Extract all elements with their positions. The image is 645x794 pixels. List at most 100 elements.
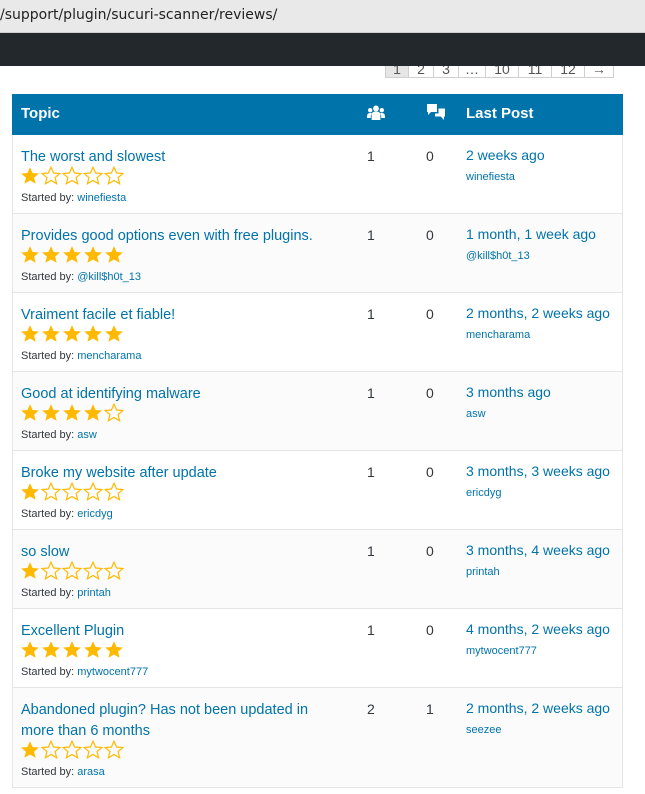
star-filled-icon: [42, 246, 60, 263]
star-empty-icon: [62, 482, 82, 502]
last-post-author-link[interactable]: seezee: [466, 724, 501, 736]
last-post-author-link[interactable]: mencharama: [466, 329, 530, 341]
author-link[interactable]: printah: [77, 587, 111, 599]
author-link[interactable]: arasa: [77, 766, 105, 778]
started-by-label: Started by:: [21, 508, 75, 520]
page-label: 1: [393, 66, 401, 77]
table-row: Excellent Plugin Started by: mytwocent777…: [12, 609, 623, 688]
next-page-button[interactable]: →: [584, 66, 614, 78]
browser-address-bar[interactable]: /support/plugin/sucuri-scanner/reviews/: [0, 0, 645, 33]
star-rating: [20, 482, 124, 502]
page-button[interactable]: 11: [518, 66, 552, 78]
replies-count: 0: [426, 543, 434, 559]
last-post-link[interactable]: 1 month, 1 week ago: [466, 226, 596, 242]
star-filled-icon: [105, 641, 123, 658]
topic-title-link[interactable]: Broke my website after update: [21, 463, 341, 484]
star-filled-icon: [105, 325, 123, 342]
page-label: …: [465, 66, 479, 77]
star-rating: [20, 640, 124, 660]
star-filled-icon: [21, 246, 39, 263]
started-by: Started by: winefiesta: [21, 192, 126, 204]
replies-count: 0: [426, 306, 434, 322]
star-filled-icon: [21, 483, 39, 500]
topic-rows: The worst and slowest Started by: winefie…: [12, 135, 623, 788]
last-post-author-link[interactable]: @kill$h0t_13: [466, 250, 530, 262]
page-button[interactable]: 2: [408, 66, 434, 78]
star-filled-icon: [21, 741, 39, 758]
last-post-link[interactable]: 3 months, 3 weeks ago: [466, 463, 610, 479]
started-by: Started by: mencharama: [21, 350, 141, 362]
star-filled-icon: [84, 404, 102, 421]
star-empty-icon: [83, 166, 103, 186]
page-button[interactable]: 10: [485, 66, 519, 78]
star-filled-icon: [21, 404, 39, 421]
last-post-link[interactable]: 2 months, 2 weeks ago: [466, 700, 610, 716]
topic-title-link[interactable]: Abandoned plugin? Has not been updated i…: [21, 700, 341, 742]
voices-count: 1: [367, 306, 375, 322]
star-empty-icon: [62, 740, 82, 760]
last-post-link[interactable]: 4 months, 2 weeks ago: [466, 621, 610, 637]
started-by-label: Started by:: [21, 766, 75, 778]
star-empty-icon: [104, 561, 124, 581]
last-post-link[interactable]: 2 months, 2 weeks ago: [466, 305, 610, 321]
voices-count: 1: [367, 227, 375, 243]
started-by: Started by: ericdyg: [21, 508, 113, 520]
author-link[interactable]: winefiesta: [77, 192, 126, 204]
author-link[interactable]: asw: [77, 429, 97, 441]
star-filled-icon: [21, 562, 39, 579]
last-post-link[interactable]: 2 weeks ago: [466, 147, 545, 163]
started-by-label: Started by:: [21, 192, 75, 204]
started-by: Started by: printah: [21, 587, 111, 599]
page-button[interactable]: 1: [385, 66, 409, 78]
star-rating: [20, 403, 124, 423]
voices-count: 1: [367, 148, 375, 164]
page-button[interactable]: 12: [551, 66, 585, 78]
star-filled-icon: [84, 641, 102, 658]
author-link[interactable]: ericdyg: [77, 508, 112, 520]
page-button[interactable]: 3: [433, 66, 459, 78]
last-post-link[interactable]: 3 months, 4 weeks ago: [466, 542, 610, 558]
url-text: /support/plugin/sucuri-scanner/reviews/: [0, 7, 278, 23]
star-filled-icon: [63, 325, 81, 342]
started-by-label: Started by:: [21, 271, 75, 283]
table-row: The worst and slowest Started by: winefie…: [12, 135, 623, 214]
last-post-link[interactable]: 3 months ago: [466, 384, 551, 400]
last-post-author-link[interactable]: ericdyg: [466, 487, 501, 499]
replies-count: 0: [426, 385, 434, 401]
star-empty-icon: [41, 561, 61, 581]
voices-count: 1: [367, 464, 375, 480]
author-link[interactable]: mytwocent777: [77, 666, 148, 678]
reviews-table: Topic Last Post The worst and slowest Sta…: [12, 94, 623, 788]
star-filled-icon: [21, 325, 39, 342]
last-post-author-link[interactable]: winefiesta: [466, 171, 515, 183]
replies-count: 0: [426, 622, 434, 638]
author-link[interactable]: @kill$h0t_13: [77, 271, 141, 283]
star-filled-icon: [21, 641, 39, 658]
topic-title-link[interactable]: Good at identifying malware: [21, 384, 341, 405]
star-filled-icon: [42, 325, 60, 342]
started-by-label: Started by:: [21, 666, 75, 678]
last-post-author-link[interactable]: mytwocent777: [466, 645, 537, 657]
author-link[interactable]: mencharama: [77, 350, 141, 362]
started-by: Started by: mytwocent777: [21, 666, 148, 678]
page-button[interactable]: …: [458, 66, 486, 78]
header-topic: Topic: [21, 105, 60, 122]
started-by-label: Started by:: [21, 350, 75, 362]
topic-title-link[interactable]: The worst and slowest: [21, 147, 341, 168]
started-by: Started by: arasa: [21, 766, 105, 778]
started-by-label: Started by:: [21, 429, 75, 441]
voices-count: 2: [367, 701, 375, 717]
star-empty-icon: [62, 166, 82, 186]
star-filled-icon: [42, 641, 60, 658]
voices-icon: [367, 105, 385, 120]
last-post-author-link[interactable]: asw: [466, 408, 486, 420]
topic-title-link[interactable]: Provides good options even with free plu…: [21, 226, 341, 247]
site-header-bar: [0, 33, 645, 66]
topic-title-link[interactable]: Excellent Plugin: [21, 621, 341, 642]
star-empty-icon: [83, 561, 103, 581]
topic-title-link[interactable]: Vraiment facile et fiable!: [21, 305, 341, 326]
last-post-author-link[interactable]: printah: [466, 566, 500, 578]
topic-title-link[interactable]: so slow: [21, 542, 341, 563]
star-empty-icon: [83, 740, 103, 760]
table-row: so slow Started by: printah 1 0 3 months, 4 …: [12, 530, 623, 609]
